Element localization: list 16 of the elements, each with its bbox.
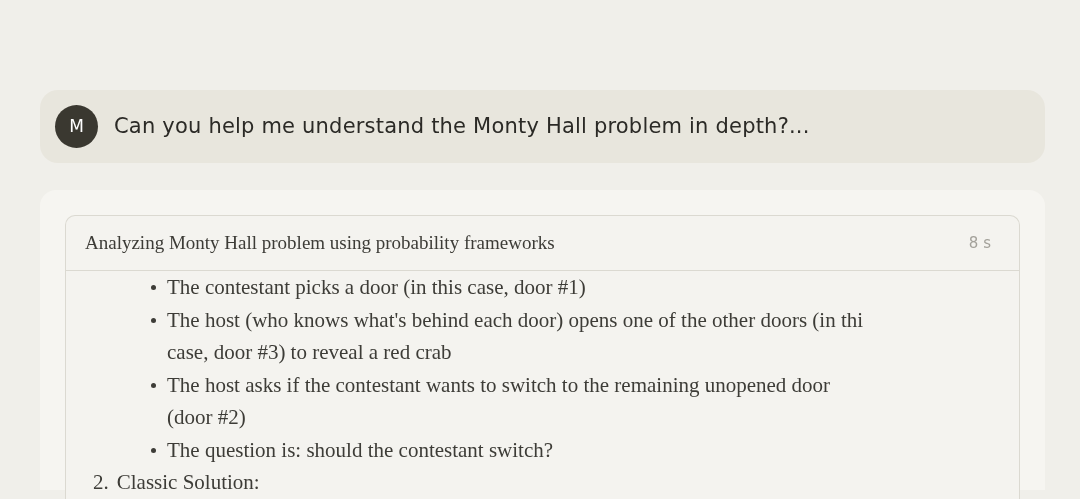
- bullet-icon: [151, 382, 156, 388]
- list-number: 2.: [93, 469, 109, 496]
- list-text: The host asks if the contestant wants to switch to the remaining unopened door: [167, 371, 831, 399]
- thinking-title: Analyzing Monty Hall problem using probability frameworks: [85, 230, 555, 255]
- list-text: (door #2): [167, 404, 247, 431]
- bullet-icon: [151, 447, 156, 453]
- duration-label: 8 s: [968, 232, 991, 254]
- bullet-icon: [151, 285, 156, 290]
- user-message: Can you help me understand the Monty Hall problem in depth?...: [114, 112, 810, 140]
- bullet-icon: [151, 317, 156, 323]
- user-avatar: M: [55, 105, 98, 148]
- list-text: The question is: should the contestant switch?: [167, 436, 554, 464]
- list-text: The contestant picks a door (in this case, door #1): [167, 274, 586, 301]
- list-text: The host (who knows what's behind each door) opens one of the other doors (in thi: [167, 306, 864, 334]
- list-text: Classic Solution:: [116, 469, 260, 496]
- list-text: case, door #3) to reveal a red crab: [167, 339, 453, 366]
